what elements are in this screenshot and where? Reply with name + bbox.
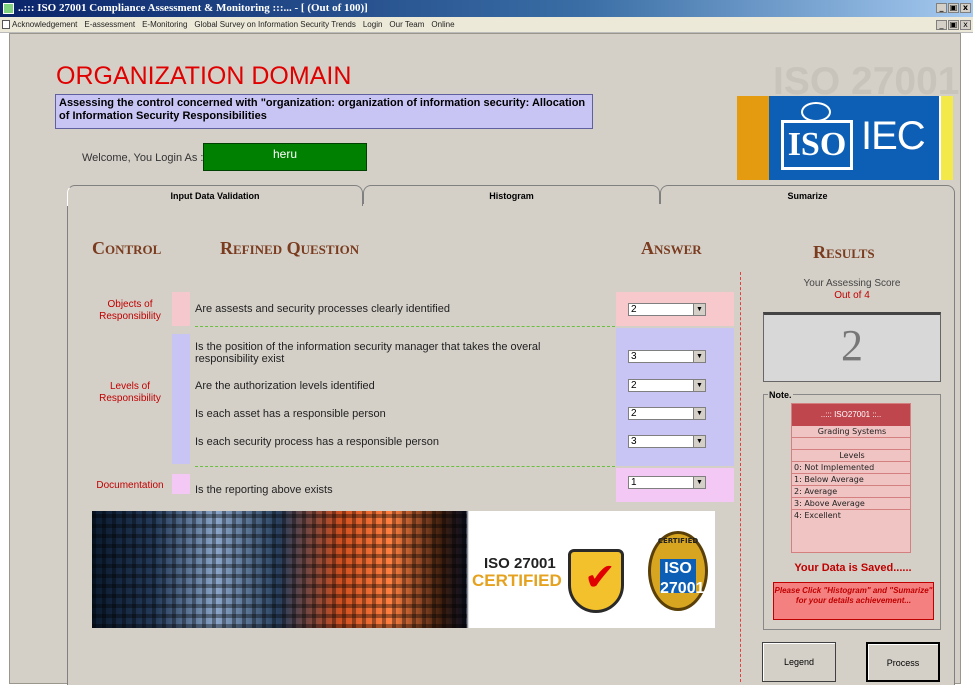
tab-strip: Input Data Validation Histogram Sumarize (67, 185, 955, 206)
answer-header: Answer (641, 238, 702, 258)
menu-acknowledgement[interactable]: Acknowledgement (12, 17, 77, 32)
answer-select-1[interactable]: 2 ▼ (628, 303, 706, 316)
grading-subtitle: Grading Systems (792, 426, 910, 438)
level-2: 2: Average (792, 486, 910, 498)
grading-table: ..::: ISO27001 ::.. Grading Systems Leve… (791, 403, 911, 553)
hint-message: Please Click "Histogram" and "Sumarize" … (773, 582, 934, 620)
minimize-icon[interactable]: _ (936, 3, 947, 13)
dropdown-arrow-icon[interactable]: ▼ (693, 304, 705, 315)
username-display: heru (203, 143, 367, 171)
level-3: 3: Above Average (792, 498, 910, 510)
cert-text: ISO 27001 (484, 555, 556, 572)
main-form: ORGANIZATION DOMAIN Assessing the contro… (9, 33, 961, 685)
tab-sumarize[interactable]: Sumarize (660, 185, 955, 205)
question-1: Are assests and security processes clear… (195, 303, 450, 315)
dropdown-arrow-icon[interactable]: ▼ (693, 477, 705, 488)
window-title: ..::: ISO 27001 Compliance Assessment & … (18, 2, 368, 14)
level-1: 1: Below Average (792, 474, 910, 486)
levels-swatch (172, 334, 190, 464)
results-header: Results (813, 242, 875, 262)
dropdown-arrow-icon[interactable]: ▼ (693, 351, 705, 362)
welcome-label: Welcome, You Login As : (82, 152, 204, 164)
mdi-controls: _ ▣ x (936, 20, 971, 30)
cert-word: CERTIFIED (472, 571, 562, 590)
question-3: Are the authorization levels identified (195, 380, 375, 392)
tab-input-data-validation[interactable]: Input Data Validation (67, 185, 363, 206)
dropdown-arrow-icon[interactable]: ▼ (693, 408, 705, 419)
process-button[interactable]: Process (866, 642, 940, 682)
score-label: Your Assessing Score Out of 4 (763, 278, 941, 302)
question-5: Is each security process has a responsib… (195, 436, 439, 448)
answer-select-4[interactable]: 2 ▼ (628, 407, 706, 420)
restore-icon[interactable]: ▣ (948, 3, 959, 13)
question-header: Refined Question (220, 238, 360, 258)
mdi-minimize-icon[interactable]: _ (936, 20, 947, 30)
globe-icon (801, 102, 831, 122)
checkmark-icon: ✔ (584, 555, 616, 599)
level-4: 4: Excellent (794, 511, 841, 520)
seal-top-text: CERTIFIED (657, 537, 699, 545)
page-title: ORGANIZATION DOMAIN (56, 62, 352, 90)
mdi-restore-icon[interactable]: ▣ (948, 20, 959, 30)
title-bar: ..::: ISO 27001 Compliance Assessment & … (0, 0, 973, 17)
input-panel: Control Refined Question Answer Results … (67, 204, 955, 685)
dropdown-arrow-icon[interactable]: ▼ (693, 436, 705, 447)
iso-iec-logo: ISO IEC (737, 96, 953, 180)
dropdown-arrow-icon[interactable]: ▼ (693, 380, 705, 391)
score-display: 2 (763, 312, 941, 382)
objects-swatch (172, 292, 190, 326)
documentation-swatch (172, 474, 190, 494)
levels-title: Levels (792, 450, 910, 462)
window-controls: _ ▣ x (936, 3, 971, 13)
tab-histogram[interactable]: Histogram (363, 185, 660, 205)
score-out-of: Out of 4 (834, 290, 870, 301)
divider (195, 326, 615, 327)
answer-select-3[interactable]: 2 ▼ (628, 379, 706, 392)
menu-login[interactable]: Login (363, 17, 383, 32)
control-levels-of-responsibility: Levels of Responsibility (99, 381, 161, 404)
answer-select-5[interactable]: 3 ▼ (628, 435, 706, 448)
menu-e-assessment[interactable]: E-assessment (84, 17, 135, 32)
legend-button[interactable]: Legend (762, 642, 836, 682)
seal-text: ISO 27001 (660, 559, 705, 597)
grading-title: ..::: ISO27001 ::.. (792, 404, 910, 426)
saved-message: Your Data is Saved...... (794, 562, 912, 574)
mdi-close-icon[interactable]: x (960, 20, 971, 30)
app-icon (3, 3, 14, 14)
question-2: Is the position of the information secur… (195, 341, 541, 365)
close-icon[interactable]: x (960, 3, 971, 13)
certification-banner: ISO 27001 CERTIFIED ✔ CERTIFIED ISO 2700… (92, 511, 715, 628)
results-divider (740, 272, 741, 682)
menu-our-team[interactable]: Our Team (389, 17, 424, 32)
menu-global-survey[interactable]: Global Survey on Information Security Tr… (194, 17, 355, 32)
iso-logo-text: ISO (781, 120, 853, 170)
menu-e-monitoring[interactable]: E-Monitoring (142, 17, 187, 32)
control-header: Control (92, 238, 162, 258)
control-documentation: Documentation (96, 480, 164, 491)
answer-select-2[interactable]: 3 ▼ (628, 350, 706, 363)
divider (195, 466, 615, 467)
control-objects-of-responsibility: Objects of Responsibility (99, 299, 161, 322)
level-0: 0: Not Implemented (792, 462, 910, 474)
assessment-description: Assessing the control concerned with "or… (55, 94, 593, 129)
note-label: Note. (768, 390, 793, 400)
answer-select-6[interactable]: 1 ▼ (628, 476, 706, 489)
menu-bar: Acknowledgement E-assessment E-Monitorin… (0, 17, 973, 33)
menu-online[interactable]: Online (431, 17, 454, 32)
question-4: Is each asset has a responsible person (195, 408, 386, 420)
mdi-icon[interactable] (2, 20, 10, 29)
iec-logo-text: IEC (861, 114, 926, 158)
question-6: Is the reporting above exists (195, 484, 333, 496)
